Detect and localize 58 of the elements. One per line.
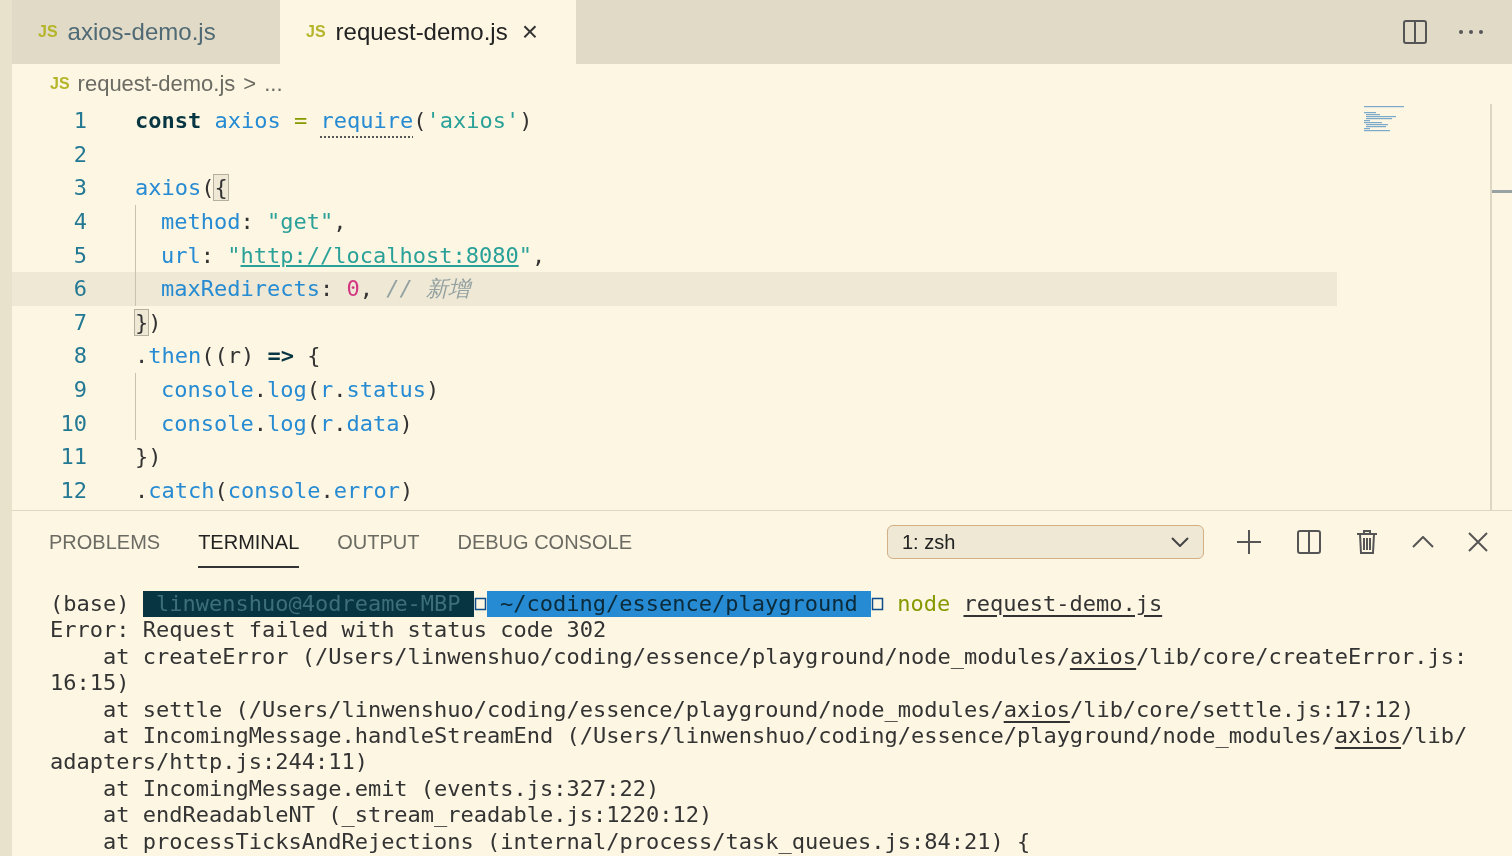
chevron-up-icon[interactable]: [1412, 536, 1434, 548]
terminal-line: at settle (/Users/linwenshuo/coding/essence/playground/node_modules/axios/lib/core/settle.js:17:12): [101, 696, 1415, 723]
glyph-box-icon: [473, 597, 487, 612]
line-number: 10: [59, 409, 87, 438]
prompt-text: (base): [50, 591, 131, 618]
code-line: .then((r) => {: [135, 342, 321, 371]
line-number: 7: [72, 308, 87, 337]
plus-icon[interactable]: [1236, 529, 1262, 555]
more-icon[interactable]: [1458, 29, 1484, 35]
line-number: 12: [59, 476, 87, 505]
prompt-text: node: [896, 591, 952, 618]
line-number: 6: [72, 275, 87, 304]
line-number: 2: [72, 140, 87, 169]
panel-tab[interactable]: TERMINAL: [198, 516, 300, 568]
code-line: console.log(r.data): [135, 406, 413, 440]
line-number: 1: [72, 107, 87, 136]
prompt-host-segment: linwenshuo@4odreame-MBP: [142, 591, 474, 618]
terminal-line: at IncomingMessage.emit (events.js:327:22): [101, 775, 660, 803]
prompt-path-segment: ~/coding/essence/playground: [486, 591, 871, 618]
code-line: axios({: [135, 174, 228, 203]
trash-icon[interactable]: [1356, 529, 1378, 555]
panel-tab[interactable]: OUTPUT: [337, 516, 420, 568]
terminal-line: at endReadableNT (_stream_readable.js:1220:12): [101, 802, 713, 829]
editor-tab[interactable]: JS axios-demo.js: [12, 0, 280, 64]
chevron-down-icon: [1171, 537, 1189, 547]
line-number: 3: [72, 174, 87, 203]
terminal-line: at createError (/Users/linwenshuo/coding/essence/playground/node_modules/axios/lib/core/createError.js:: [101, 643, 1468, 671]
close-icon[interactable]: [1468, 532, 1488, 552]
terminal-line: 16:15): [50, 670, 130, 697]
terminal-line: Error: Request failed with status code 302: [50, 617, 607, 644]
code-line: const axios = require('axios'): [135, 107, 533, 136]
terminal-dropdown[interactable]: 1: zsh: [887, 525, 1204, 559]
code-line: url: "http://localhost:8080",: [135, 238, 546, 272]
terminal-line: at IncomingMessage.handleStreamEnd (/Users/linwenshuo/coding/essence/playground/node_modules/axios/lib/: [101, 722, 1468, 750]
glyph-box-icon: [870, 597, 884, 612]
terminal-line: at processTicksAndRejections (internal/process/task_queues.js:84:21) {: [101, 828, 1031, 855]
line-number: 4: [72, 208, 87, 237]
code-line: }): [135, 443, 162, 472]
terminal-line: adapters/http.js:244:11): [50, 749, 368, 776]
line-number: 9: [72, 376, 87, 405]
code-line: console.log(r.status): [135, 372, 440, 407]
prompt-text: request-demo.js: [963, 591, 1163, 618]
code-line: method: "get",: [135, 204, 347, 239]
panel-tab[interactable]: PROBLEMS: [49, 516, 161, 568]
code-line: }): [135, 308, 162, 337]
breadcrumb-separator: >: [243, 71, 257, 97]
breadcrumb-item[interactable]: ...: [264, 71, 283, 97]
breadcrumb-item[interactable]: request-demo.js: [77, 71, 236, 97]
js-label: JS: [50, 75, 70, 93]
line-number: 8: [72, 342, 87, 371]
editor-tab[interactable]: JS request-demo.js ×: [280, 0, 576, 64]
line-number: 11: [59, 443, 87, 472]
split-editor-icon[interactable]: [1402, 19, 1428, 45]
code-line: .catch(console.error): [135, 476, 414, 505]
split-terminal-icon[interactable]: [1296, 529, 1322, 555]
scrollbar[interactable]: [1490, 104, 1512, 510]
line-number: 5: [72, 241, 87, 270]
panel-tab[interactable]: DEBUG CONSOLE: [457, 516, 632, 568]
